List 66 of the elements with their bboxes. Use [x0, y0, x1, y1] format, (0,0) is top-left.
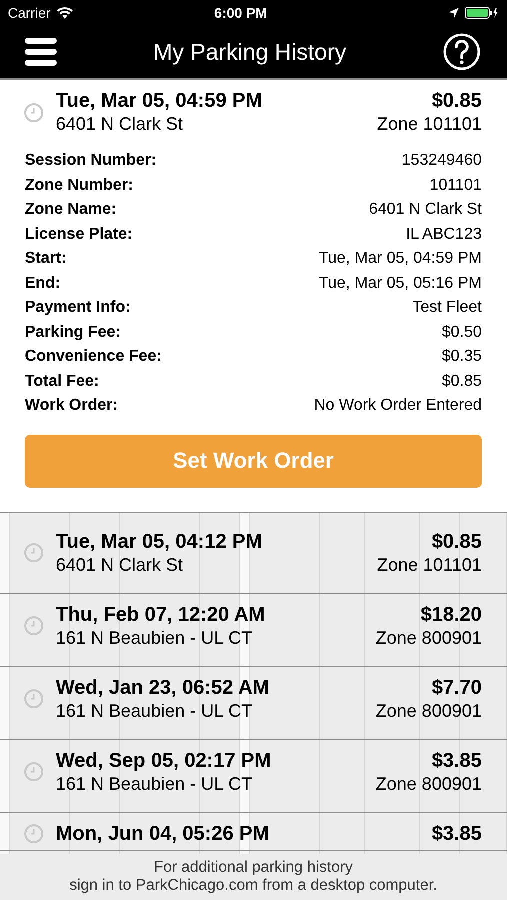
session-date: Thu, Feb 07, 12:20 AM	[56, 604, 266, 626]
detail-value: Test Fleet	[412, 299, 482, 318]
clock-icon	[24, 543, 44, 563]
detail-label: Start:	[25, 250, 67, 268]
clock-icon	[24, 824, 44, 844]
detail-value: $0.50	[442, 324, 482, 342]
detail-label: Parking Fee:	[25, 324, 122, 342]
clock-icon	[24, 102, 44, 122]
footer-text: For additional parking history	[154, 859, 354, 877]
session-row[interactable]: Tue, Mar 05, 04:12 PM $0.85 6401 N Clark St Zone 101101	[0, 520, 507, 594]
detail-label: Session Number:	[25, 152, 157, 170]
session-amount: $18.20	[420, 604, 482, 626]
detail-value: $0.35	[442, 348, 482, 366]
session-row[interactable]: Thu, Feb 07, 12:20 AM $18.20 161 N Beaubien - UL CT Zone 800901	[0, 594, 507, 666]
detail-value: 153249460	[402, 152, 482, 170]
session-zone: Zone 101101	[377, 554, 482, 576]
detail-label: Convenience Fee:	[25, 348, 162, 366]
location-arrow-icon	[449, 8, 459, 18]
session-row[interactable]: Wed, Sep 05, 02:17 PM $3.85 161 N Beaubien - UL CT Zone 800901	[0, 740, 507, 812]
clock-icon	[24, 616, 44, 636]
detail-value: Tue, Mar 05, 04:59 PM	[318, 250, 482, 268]
session-zone: Zone 101101	[377, 114, 482, 135]
session-address: 161 N Beaubien - UL CT	[56, 628, 252, 648]
clock-icon	[24, 689, 44, 709]
session-address: 6401 N Clark St	[56, 554, 184, 576]
detail-value: IL ABC123	[406, 226, 482, 244]
session-address: 161 N Beaubien - UL CT	[56, 700, 252, 722]
session-amount: $7.70	[432, 676, 482, 700]
footer-text: sign in to ParkChicago.com from a desktop computer.	[70, 877, 438, 895]
session-date: Tue, Mar 05, 04:59 PM	[56, 90, 262, 113]
session-zone: Zone 800901	[376, 628, 482, 648]
session-amount: $0.85	[432, 530, 482, 554]
detail-value: No Work Order Entered	[314, 397, 482, 416]
session-row[interactable]	[0, 80, 507, 512]
session-amount: $0.85	[432, 90, 482, 113]
session-date: Tue, Mar 05, 04:12 PM	[56, 530, 262, 554]
status-time: 6:00 PM	[213, 5, 268, 21]
session-address: 161 N Beaubien - UL CT	[56, 774, 252, 794]
detail-label: Work Order:	[25, 397, 118, 416]
detail-label: Zone Name:	[25, 201, 117, 220]
session-date: Wed, Jan 23, 06:52 AM	[56, 676, 270, 700]
session-amount: $3.85	[432, 750, 482, 772]
wifi-icon	[56, 7, 73, 19]
detail-value: 6401 N Clark St	[369, 201, 482, 220]
screen-title: My Parking History	[154, 38, 346, 66]
menu-button[interactable]	[25, 38, 57, 66]
session-date: Mon, Jun 04, 05:26 PM	[56, 822, 270, 846]
session-date: Wed, Sep 05, 02:17 PM	[56, 750, 272, 772]
detail-label: End:	[25, 274, 61, 293]
detail-label: Total Fee:	[25, 372, 100, 391]
clock-icon	[24, 762, 44, 782]
session-zone: Zone 800901	[376, 700, 482, 722]
detail-value: 101101	[430, 176, 482, 195]
detail-label: Payment Info:	[25, 299, 131, 318]
detail-value: $0.85	[442, 372, 482, 391]
carrier-name: Carrier	[8, 5, 51, 21]
detail-value: Tue, Mar 05, 05:16 PM	[318, 274, 482, 293]
session-row[interactable]: Mon, Jun 04, 05:26 PM $3.85	[0, 812, 507, 850]
detail-label: Zone Number:	[25, 176, 134, 195]
session-row[interactable]: Wed, Jan 23, 06:52 AM $7.70 161 N Beaubien - UL CT Zone 800901	[0, 666, 507, 740]
session-address: 6401 N Clark St	[56, 114, 184, 135]
session-zone: Zone 800901	[376, 774, 482, 794]
detail-label: License Plate:	[25, 226, 133, 244]
help-button[interactable]	[442, 33, 481, 71]
session-amount: $3.85	[432, 822, 482, 846]
battery-icon	[465, 7, 499, 19]
